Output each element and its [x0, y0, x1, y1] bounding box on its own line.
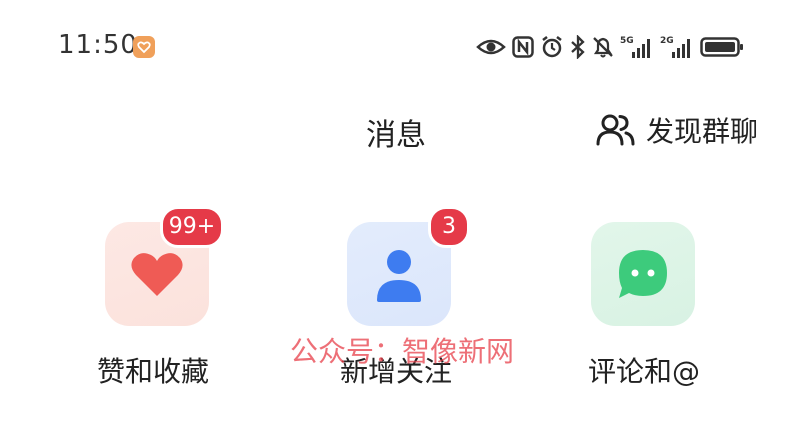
battery-icon: [700, 37, 743, 57]
discover-group-label: 发现群聊: [646, 115, 759, 148]
svg-text:5G: 5G: [620, 36, 634, 46]
status-icons: 5G 2G: [476, 32, 744, 62]
heart-icon: [131, 253, 183, 296]
people-icon: [596, 114, 635, 146]
eye-icon: [476, 39, 506, 55]
app-notification-icon: [133, 36, 155, 58]
signal-5g-icon: 5G: [620, 36, 650, 58]
discover-group-button[interactable]: 发现群聊: [596, 108, 758, 152]
person-icon: [377, 250, 421, 302]
bluetooth-icon: [571, 35, 585, 59]
nfc-icon: [512, 36, 534, 58]
chat-bubble-icon: [619, 250, 667, 298]
followers-count-badge: 3: [428, 206, 470, 248]
header: 消息 发现群聊: [0, 100, 800, 160]
likes-favorites-label: 赞和收藏: [97, 355, 210, 388]
status-bar: 11:50 5G 2G: [0, 0, 800, 95]
mute-bell-icon: [593, 37, 613, 58]
comments-mentions-entry[interactable]: [591, 222, 695, 326]
status-time: 11:50: [58, 30, 138, 60]
signal-2g-icon: 2G: [660, 36, 690, 58]
comments-mentions-label: 评论和@: [588, 355, 701, 388]
page-title: 消息: [366, 118, 426, 153]
likes-count-badge: 99+: [160, 206, 224, 248]
alarm-icon: [542, 36, 562, 58]
svg-text:2G: 2G: [660, 36, 674, 46]
watermark-text: 公众号：智像新网: [290, 335, 515, 368]
